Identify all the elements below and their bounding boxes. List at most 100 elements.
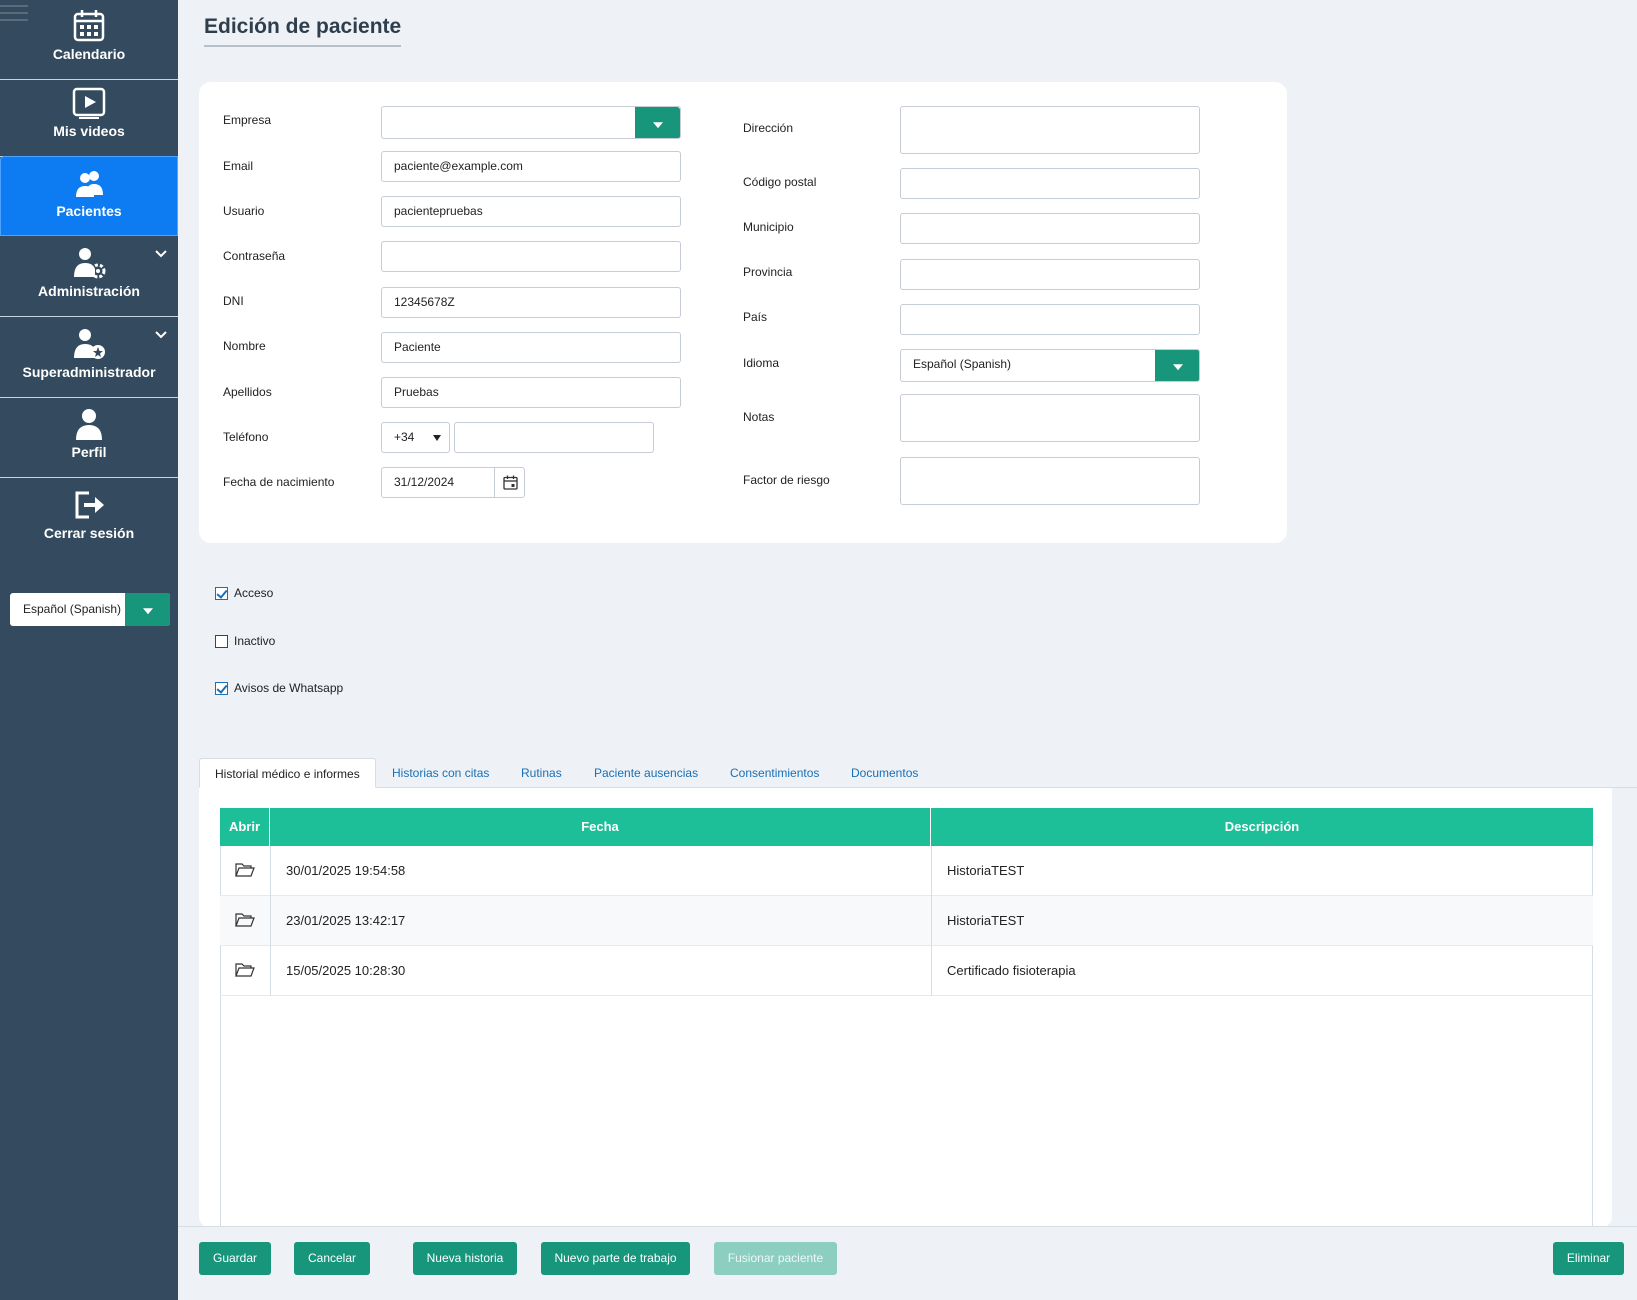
pais-field[interactable] — [900, 304, 1200, 335]
whatsapp-checkbox[interactable] — [215, 682, 228, 695]
email-label: Email — [223, 159, 254, 173]
empresa-select[interactable] — [381, 106, 681, 139]
sidebar-item-pacientes[interactable]: Pacientes — [0, 156, 178, 236]
dni-field[interactable]: 12345678Z — [381, 287, 681, 318]
usuario-field[interactable]: pacientepruebas — [381, 196, 681, 227]
descripcion-cell: Certificado fisioterapia — [947, 963, 1076, 978]
column-divider — [270, 846, 271, 996]
idioma-label: Idioma — [743, 356, 780, 370]
open-folder-icon[interactable] — [235, 862, 255, 878]
fusionar-paciente-button[interactable]: Fusionar paciente — [714, 1242, 837, 1275]
nombre-field[interactable]: Paciente — [381, 332, 681, 363]
apellidos-label: Apellidos — [223, 385, 272, 399]
descripcion-cell: HistoriaTEST — [947, 913, 1025, 928]
idioma-select[interactable]: Español (Spanish) — [900, 349, 1200, 382]
inactivo-label: Inactivo — [234, 634, 276, 648]
telefono-field[interactable] — [454, 422, 654, 453]
sidebar-item-cerrar-sesion[interactable]: Cerrar sesión — [0, 479, 178, 559]
sidebar-item-label: Superadministrador — [22, 364, 156, 380]
nuevo-parte-button[interactable]: Nuevo parte de trabajo — [541, 1242, 690, 1275]
tab-historias-citas[interactable]: Historias con citas — [392, 758, 489, 788]
tab-consentimientos[interactable]: Consentimientos — [730, 758, 819, 788]
eliminar-button[interactable]: Eliminar — [1553, 1242, 1624, 1275]
column-header-fecha[interactable]: Fecha — [270, 808, 931, 846]
chevron-down-icon[interactable] — [154, 330, 168, 340]
phone-prefix-value: +34 — [394, 430, 415, 444]
municipio-field[interactable] — [900, 213, 1200, 244]
guardar-button[interactable]: Guardar — [199, 1242, 271, 1275]
profile-icon — [76, 409, 102, 440]
sidebar-item-administracion[interactable]: Administración — [0, 237, 178, 317]
provincia-label: Provincia — [743, 265, 793, 279]
column-header-abrir: Abrir — [220, 808, 270, 846]
contrasena-label: Contraseña — [223, 249, 286, 263]
cancelar-button[interactable]: Cancelar — [294, 1242, 370, 1275]
contrasena-field[interactable] — [381, 241, 681, 272]
caret-down-icon — [652, 121, 663, 128]
sidebar-item-perfil[interactable]: Perfil — [0, 398, 178, 478]
phone-prefix-select[interactable]: +34 — [381, 422, 450, 453]
direccion-label: Dirección — [743, 121, 794, 135]
dni-label: DNI — [223, 294, 244, 308]
open-folder-icon[interactable] — [235, 912, 255, 928]
codigo-postal-field[interactable] — [900, 168, 1200, 199]
tab-documentos[interactable]: Documentos — [851, 758, 918, 788]
caret-down-icon — [142, 607, 153, 614]
sidebar-item-mis-videos[interactable]: Mis videos — [0, 77, 178, 157]
fecha-nacimiento-label: Fecha de nacimiento — [223, 475, 335, 489]
sidebar-item-label: Administración — [38, 283, 140, 299]
notas-field[interactable] — [900, 394, 1200, 442]
descripcion-cell: HistoriaTEST — [947, 863, 1025, 878]
fecha-cell: 15/05/2025 10:28:30 — [286, 963, 406, 978]
caret-down-icon — [433, 435, 441, 441]
sidebar-item-superadministrador[interactable]: Superadministrador — [0, 318, 178, 398]
apellidos-field[interactable]: Pruebas — [381, 377, 681, 408]
table-row[interactable]: 15/05/2025 10:28:30 Certificado fisioter… — [220, 946, 1593, 996]
sidebar-item-label: Perfil — [71, 444, 107, 460]
pais-label: País — [743, 310, 768, 324]
logout-icon — [75, 491, 104, 519]
page-title: Edición de paciente — [204, 15, 402, 47]
acceso-label: Acceso — [234, 586, 274, 600]
sidebar-item-label: Cerrar sesión — [43, 525, 135, 541]
superadmin-icon — [74, 329, 105, 359]
column-divider — [931, 846, 932, 996]
sidebar: Calendario Mis videos Pacientes Administ… — [0, 0, 178, 1300]
empresa-label: Empresa — [223, 113, 272, 127]
tab-paciente-ausencias[interactable]: Paciente ausencias — [594, 758, 698, 788]
tab-historial[interactable]: Historial médico e informes — [199, 758, 376, 788]
direccion-field[interactable] — [900, 106, 1200, 154]
caret-down-icon — [1172, 363, 1183, 370]
language-select[interactable]: Español (Spanish) — [10, 593, 170, 626]
chevron-down-icon[interactable] — [154, 249, 168, 259]
usuario-label: Usuario — [223, 204, 265, 218]
notas-label: Notas — [743, 410, 775, 424]
nombre-label: Nombre — [223, 339, 266, 353]
email-field[interactable]: paciente@example.com — [381, 151, 681, 182]
provincia-field[interactable] — [900, 259, 1200, 290]
sidebar-item-calendario[interactable]: Calendario — [0, 0, 178, 80]
fecha-cell: 23/01/2025 13:42:17 — [286, 913, 406, 928]
factor-riesgo-label: Factor de riesgo — [743, 473, 830, 487]
idioma-dropdown-button[interactable] — [1155, 350, 1199, 381]
language-dropdown-button[interactable] — [125, 593, 170, 626]
open-folder-icon[interactable] — [235, 962, 255, 978]
factor-riesgo-field[interactable] — [900, 457, 1200, 505]
fecha-cell: 30/01/2025 19:54:58 — [286, 863, 406, 878]
sidebar-item-label: Pacientes — [56, 203, 122, 219]
municipio-label: Municipio — [743, 220, 794, 234]
table-row[interactable]: 23/01/2025 13:42:17 HistoriaTEST — [220, 896, 1593, 946]
whatsapp-label: Avisos de Whatsapp — [234, 681, 344, 695]
patients-icon — [76, 171, 103, 197]
table-row[interactable]: 30/01/2025 19:54:58 HistoriaTEST — [220, 846, 1593, 896]
inactivo-checkbox[interactable] — [215, 635, 228, 648]
nueva-historia-button[interactable]: Nueva historia — [413, 1242, 517, 1275]
codigo-postal-label: Código postal — [743, 175, 817, 189]
acceso-checkbox[interactable] — [215, 587, 228, 600]
sidebar-item-label: Mis videos — [53, 123, 125, 139]
date-picker-button[interactable] — [494, 467, 525, 498]
empresa-dropdown-button[interactable] — [635, 107, 680, 138]
column-header-descripcion[interactable]: Descripción — [931, 808, 1593, 846]
table-header: Abrir Fecha Descripción — [220, 808, 1593, 846]
tab-rutinas[interactable]: Rutinas — [521, 758, 562, 788]
